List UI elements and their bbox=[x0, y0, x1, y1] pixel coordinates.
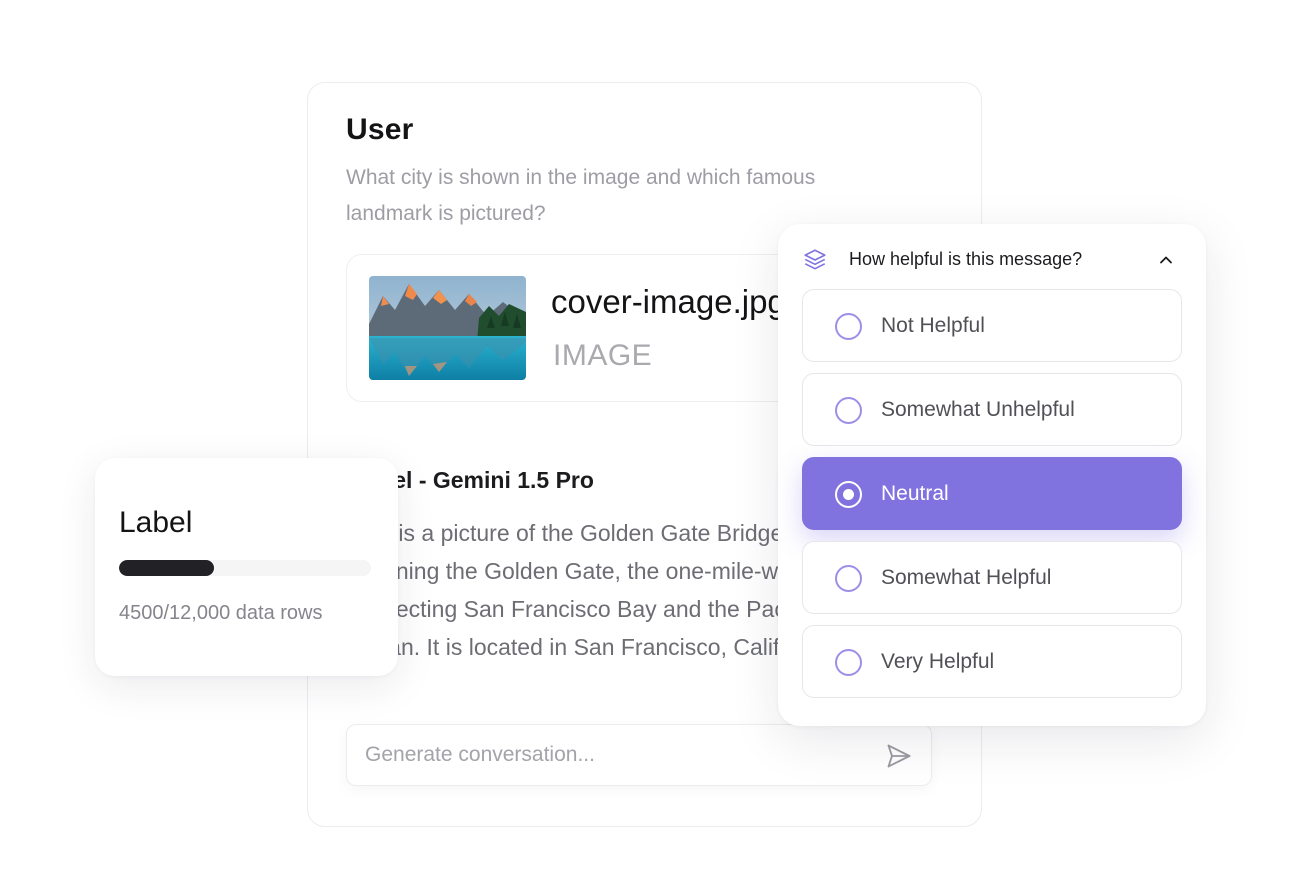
rating-option-not-helpful[interactable]: Not Helpful bbox=[802, 289, 1182, 362]
label-title: Label bbox=[119, 506, 193, 539]
radio-button[interactable] bbox=[835, 649, 862, 676]
layers-icon bbox=[804, 249, 826, 270]
rating-option-label: Neutral bbox=[881, 482, 949, 505]
label-progress-card: Label 4500/12,000 data rows bbox=[95, 458, 398, 676]
rating-option-neutral[interactable]: Neutral bbox=[802, 457, 1182, 530]
mountain-lake-photo-icon bbox=[369, 276, 526, 380]
composer-input[interactable] bbox=[365, 725, 845, 785]
progress-bar bbox=[119, 560, 371, 576]
rating-option-label: Somewhat Unhelpful bbox=[881, 398, 1075, 421]
radio-button[interactable] bbox=[835, 397, 862, 424]
radio-button-selected[interactable] bbox=[835, 481, 862, 508]
send-icon[interactable] bbox=[885, 742, 913, 770]
progress-caption: 4500/12,000 data rows bbox=[119, 602, 323, 624]
image-attachment[interactable]: cover-image.jpg IMAGE bbox=[346, 254, 806, 402]
composer bbox=[346, 724, 932, 786]
rating-option-label: Not Helpful bbox=[881, 314, 985, 337]
rating-options: Not Helpful Somewhat Unhelpful Neutral S… bbox=[802, 289, 1182, 709]
radio-button[interactable] bbox=[835, 565, 862, 592]
rating-option-very-helpful[interactable]: Very Helpful bbox=[802, 625, 1182, 698]
chevron-up-icon[interactable] bbox=[1156, 250, 1176, 270]
attachment-file-name: cover-image.jpg bbox=[551, 283, 786, 320]
user-message: What city is shown in the image and whic… bbox=[346, 166, 816, 225]
rating-header[interactable]: How helpful is this message? bbox=[802, 244, 1182, 276]
rating-option-somewhat-unhelpful[interactable]: Somewhat Unhelpful bbox=[802, 373, 1182, 446]
progress-bar-fill bbox=[119, 560, 214, 576]
rating-option-label: Somewhat Helpful bbox=[881, 566, 1052, 589]
rating-option-somewhat-helpful[interactable]: Somewhat Helpful bbox=[802, 541, 1182, 614]
attachment-file-type: IMAGE bbox=[553, 339, 653, 372]
user-heading: User bbox=[346, 113, 414, 146]
radio-button[interactable] bbox=[835, 313, 862, 340]
rating-popover: How helpful is this message? Not Helpful… bbox=[778, 224, 1206, 726]
stage: User What city is shown in the image and… bbox=[0, 0, 1290, 891]
rating-option-label: Very Helpful bbox=[881, 650, 995, 673]
rating-question: How helpful is this message? bbox=[849, 249, 1083, 269]
attachment-thumbnail bbox=[369, 276, 526, 380]
